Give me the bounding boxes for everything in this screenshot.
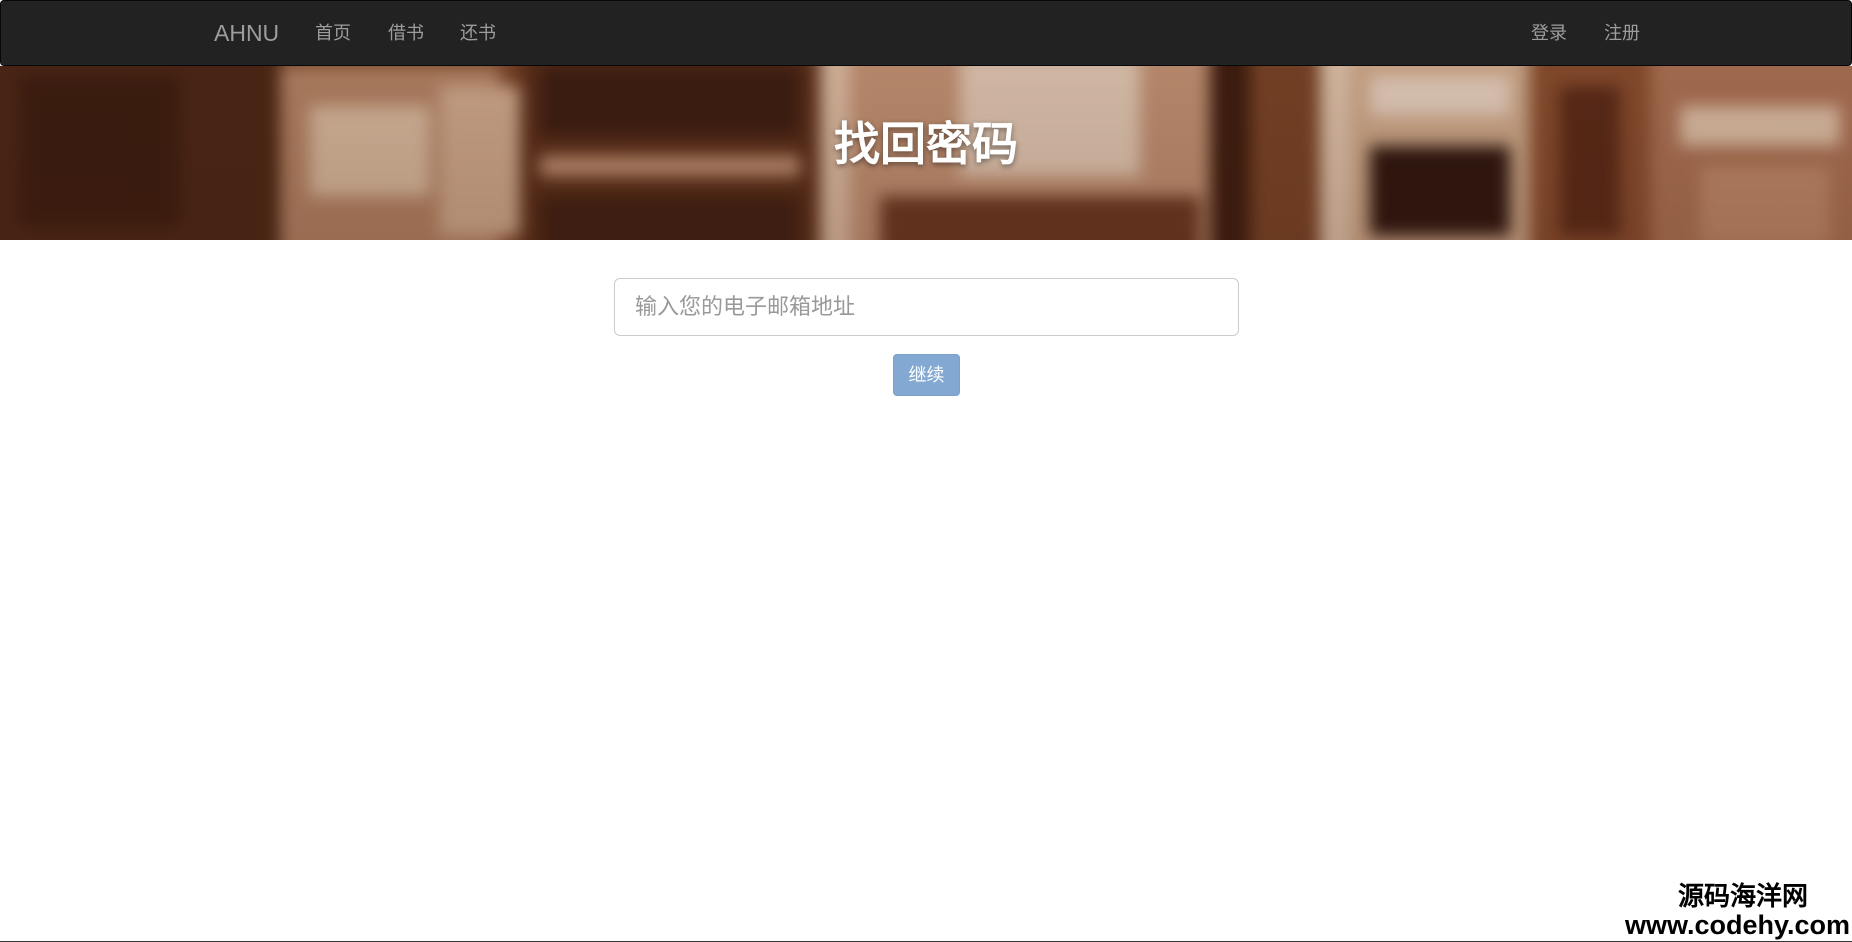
nav-link-login[interactable]: 登录 xyxy=(1531,21,1567,45)
email-input[interactable] xyxy=(614,278,1239,336)
watermark-name: 源码海洋网 xyxy=(1677,882,1808,912)
site-watermark: 源码海洋网 www.codehy.com xyxy=(1625,884,1850,939)
brand-link[interactable]: AHNU xyxy=(214,19,279,47)
nav-link-borrow[interactable]: 借书 xyxy=(388,21,424,45)
watermark-url: www.codehy.com xyxy=(1624,910,1850,940)
nav-link-return[interactable]: 还书 xyxy=(460,21,496,45)
nav-link-home[interactable]: 首页 xyxy=(315,21,351,45)
page-title: 找回密码 xyxy=(834,118,1018,170)
continue-button[interactable]: 继续 xyxy=(893,354,960,396)
nav-link-register[interactable]: 注册 xyxy=(1604,21,1640,45)
top-navbar: AHNU 首页 借书 还书 登录 注册 xyxy=(0,0,1852,66)
hero-banner: 找回密码 xyxy=(0,66,1852,240)
